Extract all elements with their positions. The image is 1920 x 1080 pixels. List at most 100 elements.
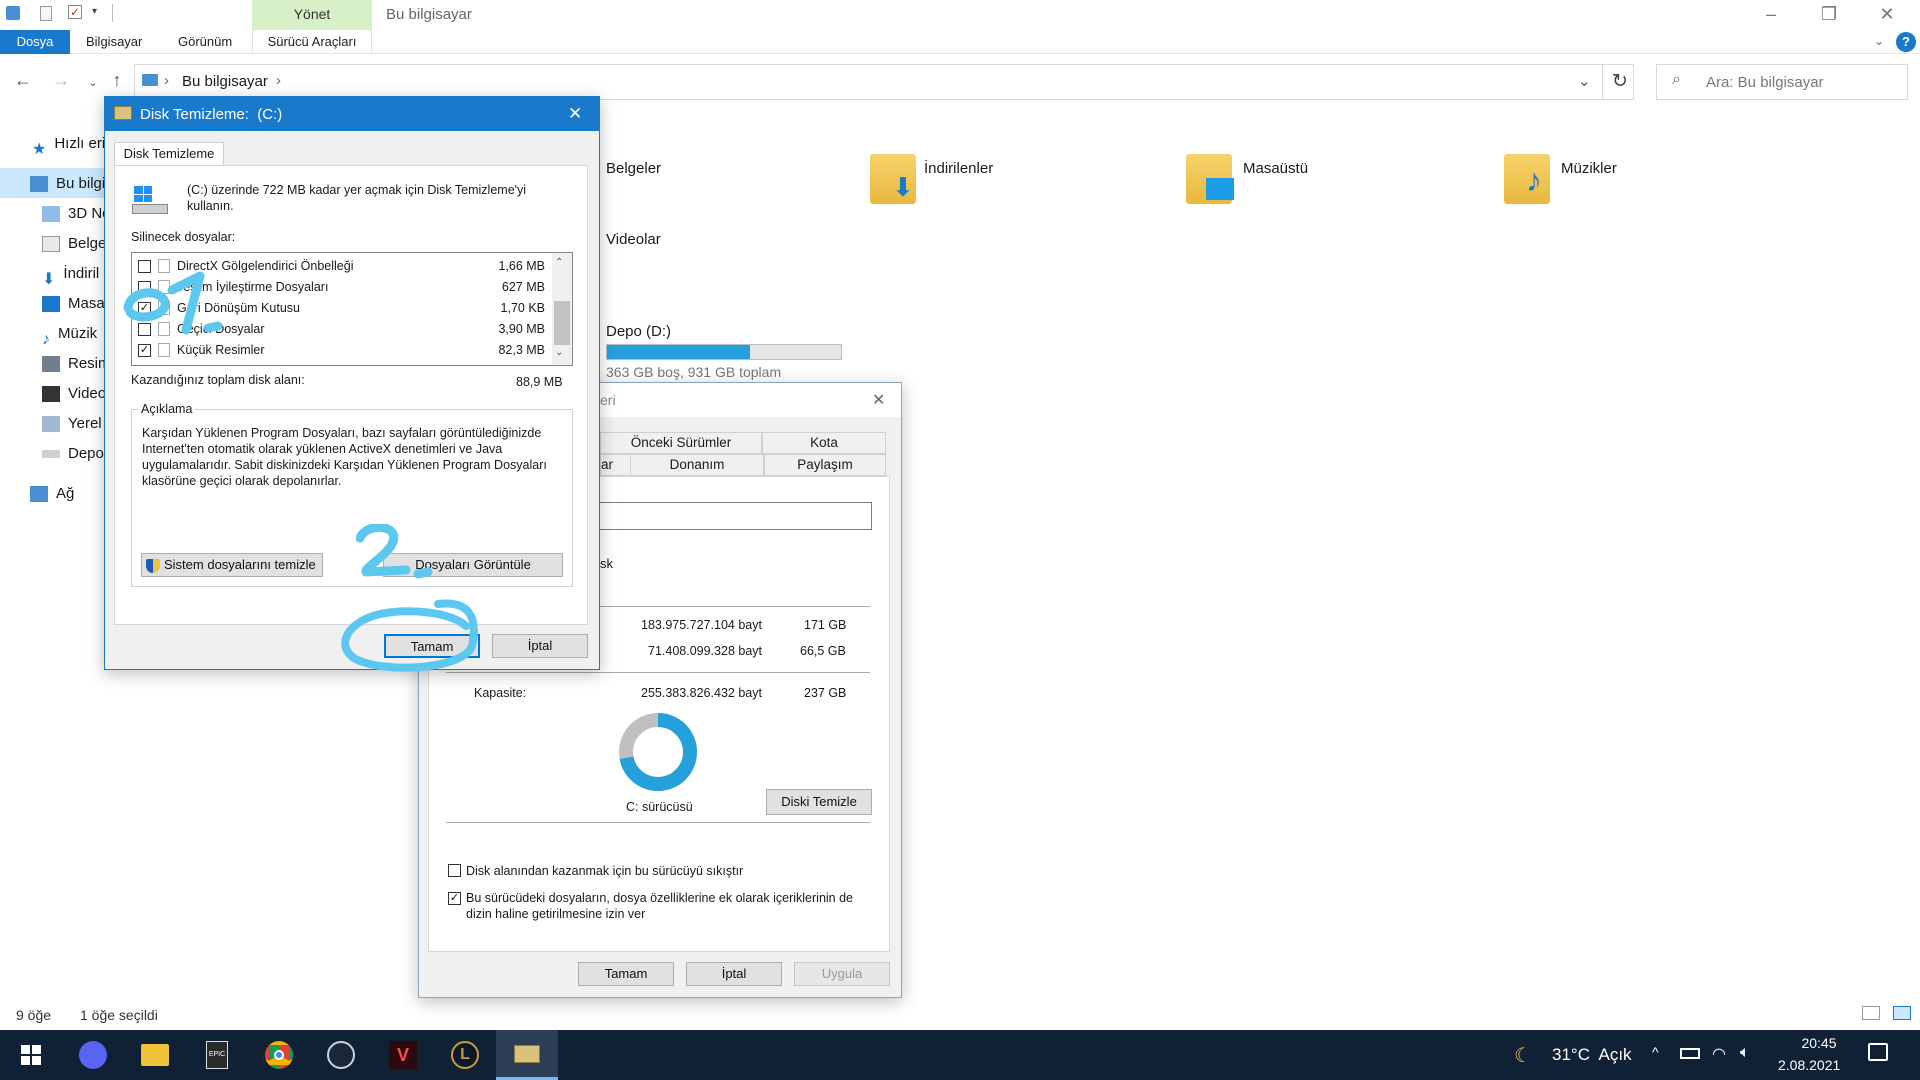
files-list-scrollbar[interactable]: ⌃ ⌄	[552, 253, 572, 365]
music-folder-icon[interactable]: ♪	[1504, 154, 1550, 204]
used-bytes: 183.975.727.104 bayt	[641, 618, 762, 632]
quick-access-dropdown-icon[interactable]: ▾	[92, 6, 97, 17]
file-checkbox[interactable]	[138, 260, 151, 273]
expand-ribbon-icon[interactable]: ⌄	[1874, 34, 1884, 48]
compress-checkbox[interactable]	[448, 864, 461, 877]
volume-icon[interactable]: 🔈︎	[1740, 1044, 1750, 1062]
file-list-row[interactable]: DirectX Gölgelendirici Önbelleği 1,66 MB	[133, 256, 551, 277]
epic-games-icon[interactable]: EPIC	[186, 1030, 248, 1080]
tab-view[interactable]: Görünüm	[164, 30, 246, 54]
total-space-label: Kazandığınız toplam disk alanı:	[131, 373, 305, 387]
cleanup-ok-button[interactable]: Tamam	[384, 634, 480, 658]
downloads-folder-icon[interactable]: ⬇	[870, 154, 916, 204]
refresh-icon[interactable]: ↻	[1612, 70, 1628, 93]
manage-tab[interactable]: Yönet	[252, 0, 372, 30]
disk-cleanup-taskbar-icon[interactable]	[496, 1030, 558, 1080]
cleanup-close-icon[interactable]: ✕	[568, 104, 582, 124]
tab-disk-cleanup[interactable]: Disk Temizleme	[114, 142, 224, 166]
forward-icon[interactable]: →	[48, 70, 74, 94]
tab-computer[interactable]: Bilgisayar	[72, 30, 156, 54]
used-gb: 171 GB	[804, 618, 847, 632]
file-checkbox[interactable]	[138, 281, 151, 294]
folder-desktop[interactable]: Masaüstü	[1243, 160, 1308, 177]
file-list-row[interactable]: Teslim İyileştirme Dosyaları 627 MB	[133, 277, 551, 298]
battery-icon[interactable]	[1680, 1048, 1700, 1059]
address-bar[interactable]	[134, 64, 1634, 100]
league-of-legends-icon[interactable]: L	[434, 1030, 496, 1080]
drive-icon	[42, 450, 60, 459]
breadcrumb[interactable]: Bu bilgisayar	[182, 73, 268, 90]
clean-system-files-button[interactable]: Sistem dosyalarını temizle	[141, 553, 323, 577]
file-list-row[interactable]: Geçici Dosyalar 3,90 MB	[133, 319, 551, 340]
document-icon	[42, 236, 60, 253]
tab-drive-tools[interactable]: Sürücü Araçları	[252, 30, 372, 54]
weather-moon-icon[interactable]: ☾	[1514, 1043, 1532, 1068]
file-checkbox[interactable]: ✓	[138, 344, 151, 357]
steam-icon[interactable]	[310, 1030, 372, 1080]
shield-icon	[146, 558, 160, 573]
disk-cleanup-button[interactable]: Diski Temizle	[766, 789, 872, 815]
properties-icon[interactable]	[40, 6, 52, 21]
restore-icon[interactable]: ❐	[1806, 2, 1852, 28]
file-name: DirectX Gölgelendirici Önbelleği	[177, 259, 354, 273]
compress-label: Disk alanından kazanmak için bu sürücüyü…	[466, 864, 744, 878]
checklist-icon[interactable]: ✓	[68, 5, 82, 19]
status-selected: 1 öğe seçildi	[80, 1007, 158, 1023]
file-name: Teslim İyileştirme Dosyaları	[177, 280, 329, 294]
weather-text[interactable]: 31°C Açık	[1552, 1045, 1632, 1065]
clock-time[interactable]: 20:45	[1794, 1035, 1844, 1051]
tab-quota[interactable]: Kota	[762, 432, 886, 454]
up-icon[interactable]: ↑	[104, 70, 130, 94]
properties-ok-button[interactable]: Tamam	[578, 962, 674, 986]
scroll-thumb[interactable]	[554, 301, 570, 345]
file-explorer-icon[interactable]	[124, 1030, 186, 1080]
tab-previous-versions[interactable]: Önceki Sürümler	[600, 432, 762, 454]
chrome-icon[interactable]	[248, 1030, 310, 1080]
file-list-row[interactable]: ✓ Geri Dönüşüm Kutusu 1,70 KB	[133, 298, 551, 319]
clock-date[interactable]: 2.08.2021	[1778, 1057, 1840, 1073]
properties-cancel-button[interactable]: İptal	[686, 962, 782, 986]
minimize-icon[interactable]: –	[1748, 2, 1794, 28]
discord-icon[interactable]	[62, 1030, 124, 1080]
tab-sharing[interactable]: Paylaşım	[764, 454, 886, 476]
valorant-icon[interactable]: V	[372, 1030, 434, 1080]
scroll-down-icon[interactable]: ⌄	[555, 347, 563, 358]
notifications-icon[interactable]	[1868, 1043, 1888, 1061]
close-icon[interactable]: ✕	[1864, 2, 1910, 28]
properties-close-icon[interactable]: ✕	[872, 390, 885, 410]
folder-videos[interactable]: Videolar	[606, 231, 661, 248]
breadcrumb-chevron-icon[interactable]: ›	[164, 72, 169, 89]
file-list-row[interactable]: ✓ Küçük Resimler 82,3 MB	[133, 340, 551, 361]
file-checkbox[interactable]: ✓	[138, 302, 151, 315]
capacity-label: Kapasite:	[474, 686, 527, 700]
properties-apply-button[interactable]: Uygula	[794, 962, 890, 986]
folder-downloads[interactable]: İndirilenler	[924, 160, 993, 177]
description-label: Açıklama	[138, 402, 196, 416]
recent-locations-icon[interactable]: ⌄	[80, 70, 106, 94]
search-placeholder: Ara: Bu bilgisayar	[1706, 74, 1824, 91]
index-checkbox[interactable]: ✓	[448, 892, 461, 905]
cube-icon	[42, 206, 60, 223]
scroll-up-icon[interactable]: ⌃	[555, 257, 563, 268]
music-icon: ♪	[42, 331, 50, 348]
breadcrumb-chevron-icon[interactable]: ›	[276, 72, 281, 89]
help-icon[interactable]: ?	[1896, 32, 1916, 52]
desktop-folder-icon[interactable]	[1186, 154, 1234, 204]
folder-documents[interactable]: Belgeler	[606, 160, 661, 177]
wifi-icon[interactable]: ◠	[1712, 1044, 1726, 1064]
drive-d-label[interactable]: Depo (D:)	[606, 323, 671, 340]
address-dropdown-icon[interactable]: ⌄	[1578, 72, 1591, 90]
details-view-icon[interactable]	[1862, 1006, 1880, 1020]
large-icons-view-icon[interactable]	[1893, 1006, 1911, 1020]
back-icon[interactable]: ←	[10, 70, 36, 94]
start-button[interactable]	[0, 1030, 62, 1080]
tab-hardware[interactable]: Donanım	[630, 454, 764, 476]
cleanup-cancel-button[interactable]: İptal	[492, 634, 588, 658]
file-checkbox[interactable]	[138, 323, 151, 336]
folder-music[interactable]: Müzikler	[1561, 160, 1617, 177]
hidden-icons-chevron-icon[interactable]: ^	[1652, 1044, 1659, 1060]
tab-file[interactable]: Dosya	[0, 30, 70, 54]
drive-name-input[interactable]	[598, 502, 872, 530]
total-space-value: 88,9 MB	[516, 375, 563, 389]
view-files-button[interactable]: Dosyaları Görüntüle	[383, 553, 563, 577]
